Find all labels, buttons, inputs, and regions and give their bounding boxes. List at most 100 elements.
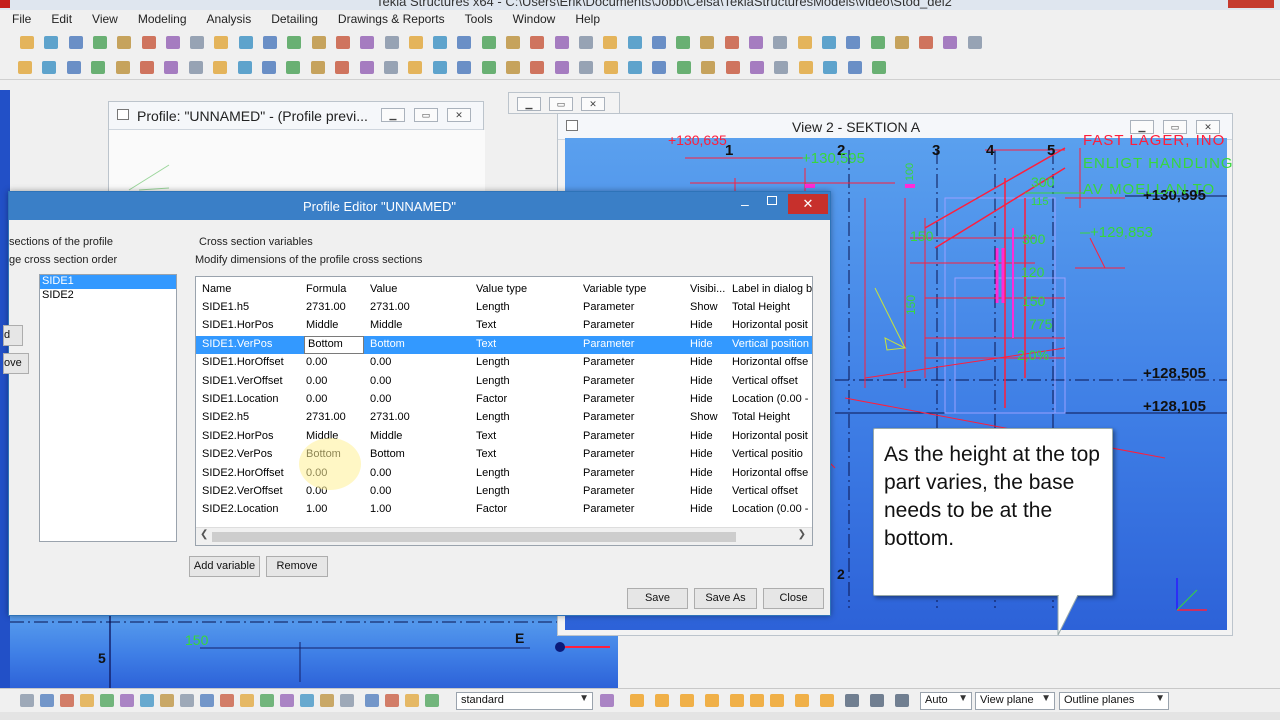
table-row[interactable]: SIDE2.Location 1.00 1.00 Factor Parameter Hid… [196, 501, 812, 519]
cell-name[interactable]: SIDE2.HorPos [202, 430, 302, 442]
toolbar-tool-icon[interactable] [943, 36, 958, 49]
cell-label[interactable]: Location (0.00 - [732, 393, 812, 405]
add-section-button[interactable]: d [3, 325, 23, 346]
toolbar-tool-icon[interactable] [846, 36, 861, 49]
cell-variable-type[interactable]: Parameter [583, 356, 687, 368]
select-switch-icon[interactable] [365, 694, 379, 707]
plane-combo[interactable]: View plane ▼ [975, 692, 1055, 710]
cell-value[interactable]: Bottom [370, 338, 474, 350]
cell-name[interactable]: SIDE1.VerPos [202, 338, 302, 350]
remove-section-button[interactable]: ove [3, 353, 29, 374]
cell-name[interactable]: SIDE1.HorOffset [202, 356, 302, 368]
cell-label[interactable]: Horizontal offse [732, 356, 812, 368]
cell-variable-type[interactable]: Parameter [583, 448, 687, 460]
table-row[interactable]: SIDE2.VerOffset 0.00 0.00 Length Parameter Hi… [196, 483, 812, 501]
modeling-tool-icon[interactable] [18, 61, 32, 74]
col-value[interactable]: Value [370, 283, 474, 295]
modeling-tool-icon[interactable] [457, 61, 472, 74]
toolbar-tool-icon[interactable] [506, 36, 520, 49]
modeling-tool-icon[interactable] [530, 61, 545, 74]
modeling-tool-icon[interactable] [115, 61, 130, 74]
snap-switch-icon[interactable] [750, 694, 764, 707]
table-row[interactable]: SIDE2.VerPosBottomBottomTextParameterHid… [196, 446, 812, 464]
cell-value[interactable]: 0.00 [370, 467, 474, 479]
cell-name[interactable]: SIDE1.h5 [202, 301, 302, 313]
cell-value-type[interactable]: Length [476, 375, 580, 387]
toolbar-tool-icon[interactable] [457, 36, 472, 49]
horizontal-scrollbar[interactable]: ❮ ❯ [196, 527, 812, 545]
cell-visibility[interactable]: Hide [690, 503, 732, 515]
snap-switch-icon[interactable] [680, 694, 694, 707]
cell-name[interactable]: SIDE2.VerPos [202, 448, 302, 460]
modeling-tool-icon[interactable] [164, 61, 179, 74]
cell-formula[interactable]: 0.00 [306, 375, 366, 387]
cell-value[interactable]: 0.00 [370, 485, 474, 497]
cell-value-type[interactable]: Text [476, 448, 580, 460]
scroll-left-icon[interactable]: ❮ [200, 529, 208, 540]
menu-edit[interactable]: Edit [39, 10, 80, 30]
cell-variable-type[interactable]: Parameter [583, 301, 687, 313]
cell-formula[interactable]: 2731.00 [306, 411, 366, 423]
cell-variable-type[interactable]: Parameter [583, 503, 687, 515]
toolbar-tool-icon[interactable] [360, 36, 375, 49]
cell-label[interactable]: Total Height [732, 301, 812, 313]
menu-tools[interactable]: Tools [453, 10, 501, 30]
toolbar-tool-icon[interactable] [919, 36, 934, 49]
snap-depth-combo[interactable]: Auto ▼ [920, 692, 972, 710]
toolbar-tool-icon[interactable] [603, 36, 618, 49]
close-icon[interactable]: ✕ [447, 108, 471, 122]
toolbar-tool-icon[interactable] [408, 36, 423, 49]
select-switch-icon[interactable] [180, 694, 194, 707]
toolbar-tool-icon[interactable] [20, 36, 34, 49]
cell-name[interactable]: SIDE1.VerOffset [202, 375, 302, 387]
table-row[interactable]: SIDE1.HorPos Middle Middle Text Parameter Hid… [196, 317, 812, 335]
modeling-tool-icon[interactable] [798, 61, 813, 74]
toolbar-tool-icon[interactable] [724, 36, 739, 49]
save-button[interactable]: Save [627, 588, 688, 609]
cell-value[interactable]: 0.00 [370, 393, 474, 405]
select-switch-icon[interactable] [220, 694, 234, 707]
toolbar-tool-icon[interactable] [311, 36, 326, 49]
col-name[interactable]: Name [202, 283, 302, 295]
cell-value[interactable]: 2731.00 [370, 411, 474, 423]
minimize-icon[interactable]: – [741, 196, 749, 212]
snap-switch-icon[interactable] [655, 694, 669, 707]
maximize-icon[interactable]: ▭ [549, 97, 573, 111]
modeling-tool-icon[interactable] [872, 61, 886, 74]
toolbar-tool-icon[interactable] [165, 36, 180, 49]
cell-value[interactable]: 1.00 [370, 503, 474, 515]
modeling-tool-icon[interactable] [66, 61, 81, 74]
cell-visibility[interactable]: Hide [690, 485, 732, 497]
scroll-right-icon[interactable]: ❯ [798, 529, 806, 540]
modeling-tool-icon[interactable] [603, 61, 618, 74]
modeling-tool-icon[interactable] [750, 61, 764, 74]
toolbar-tool-icon[interactable] [190, 36, 205, 49]
cell-value-type[interactable]: Length [476, 485, 580, 497]
table-row[interactable]: SIDE1.VerOffset 0.00 0.00 Length Parameter Hi… [196, 373, 812, 391]
cell-value[interactable]: 2731.00 [370, 301, 474, 313]
cell-label[interactable]: Vertical position [732, 338, 812, 350]
cell-variable-type[interactable]: Parameter [583, 430, 687, 442]
cell-visibility[interactable]: Hide [690, 393, 732, 405]
cell-name[interactable]: SIDE2.Location [202, 503, 302, 515]
cell-variable-type[interactable]: Parameter [583, 467, 687, 479]
select-switch-icon[interactable] [140, 694, 154, 707]
cell-variable-type[interactable]: Parameter [583, 411, 687, 423]
cell-visibility[interactable]: Hide [690, 467, 732, 479]
toolbar-tool-icon[interactable] [676, 36, 691, 49]
cell-visibility[interactable]: Hide [690, 448, 732, 460]
close-icon[interactable]: ✕ [788, 194, 828, 214]
toolbar-tool-icon[interactable] [287, 36, 302, 49]
snap-switch-icon[interactable] [820, 694, 834, 707]
cell-label[interactable]: Location (0.00 - [732, 503, 812, 515]
select-switch-icon[interactable] [320, 694, 334, 707]
col-formula[interactable]: Formula [306, 283, 366, 295]
cell-value-type[interactable]: Text [476, 430, 580, 442]
col-variable-type[interactable]: Variable type [583, 283, 687, 295]
cell-value-type[interactable]: Length [476, 411, 580, 423]
modeling-tool-icon[interactable] [701, 61, 716, 74]
modeling-tool-icon[interactable] [676, 61, 691, 74]
cell-value[interactable]: Middle [370, 430, 474, 442]
cell-value-type[interactable]: Text [476, 338, 580, 350]
modeling-tool-icon[interactable] [310, 61, 325, 74]
